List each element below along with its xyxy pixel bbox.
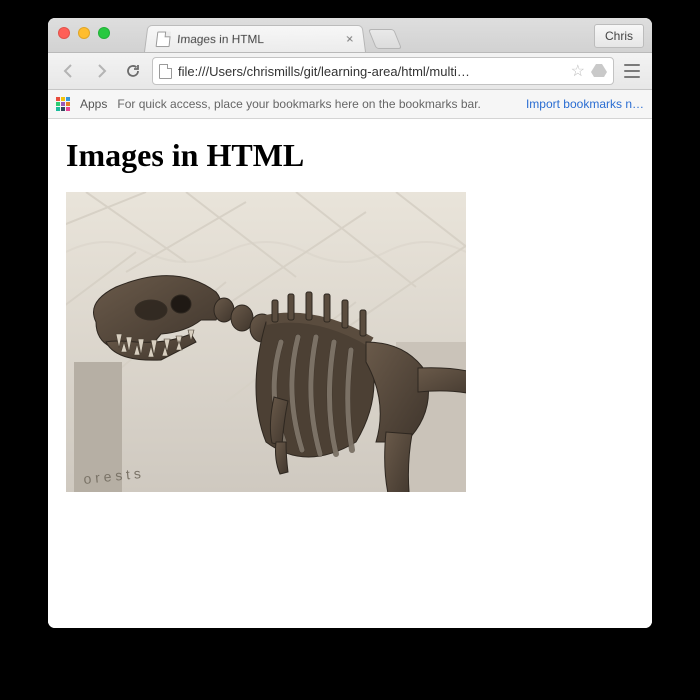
profile-button[interactable]: Chris — [594, 24, 644, 48]
content-image: o r e s t s — [66, 192, 466, 492]
toolbar: file:///Users/chrismills/git/learning-ar… — [48, 53, 652, 90]
file-icon — [159, 64, 172, 79]
profile-name: Chris — [605, 29, 633, 43]
tab-strip: Images in HTML × Chris — [48, 18, 652, 53]
apps-icon[interactable] — [56, 97, 70, 111]
bookmarks-bar: Apps For quick access, place your bookma… — [48, 90, 652, 119]
forward-button[interactable] — [88, 59, 114, 83]
browser-window: Images in HTML × Chris file:///Users/chr… — [48, 18, 652, 628]
apps-label[interactable]: Apps — [80, 97, 107, 111]
back-button[interactable] — [56, 59, 82, 83]
tab-title: Images in HTML — [177, 32, 264, 46]
hamburger-menu-button[interactable] — [620, 59, 644, 83]
import-bookmarks-link[interactable]: Import bookmarks n… — [526, 97, 644, 111]
page-icon — [156, 31, 171, 46]
minimize-window-button[interactable] — [78, 27, 90, 39]
tab-active[interactable]: Images in HTML × — [144, 25, 366, 52]
bookmarks-hint: For quick access, place your bookmarks h… — [117, 97, 481, 111]
page-content: Images in HTML — [48, 119, 652, 628]
reload-button[interactable] — [120, 59, 146, 83]
close-window-button[interactable] — [58, 27, 70, 39]
page-heading: Images in HTML — [66, 137, 634, 174]
url-text: file:///Users/chrismills/git/learning-ar… — [178, 64, 565, 79]
maximize-window-button[interactable] — [98, 27, 110, 39]
bookmark-star-icon[interactable]: ☆ — [571, 61, 585, 81]
drive-icon[interactable] — [591, 63, 607, 80]
address-bar[interactable]: file:///Users/chrismills/git/learning-ar… — [152, 57, 614, 85]
new-tab-button[interactable] — [368, 29, 402, 49]
close-tab-button[interactable]: × — [345, 32, 354, 47]
window-controls — [58, 27, 110, 39]
